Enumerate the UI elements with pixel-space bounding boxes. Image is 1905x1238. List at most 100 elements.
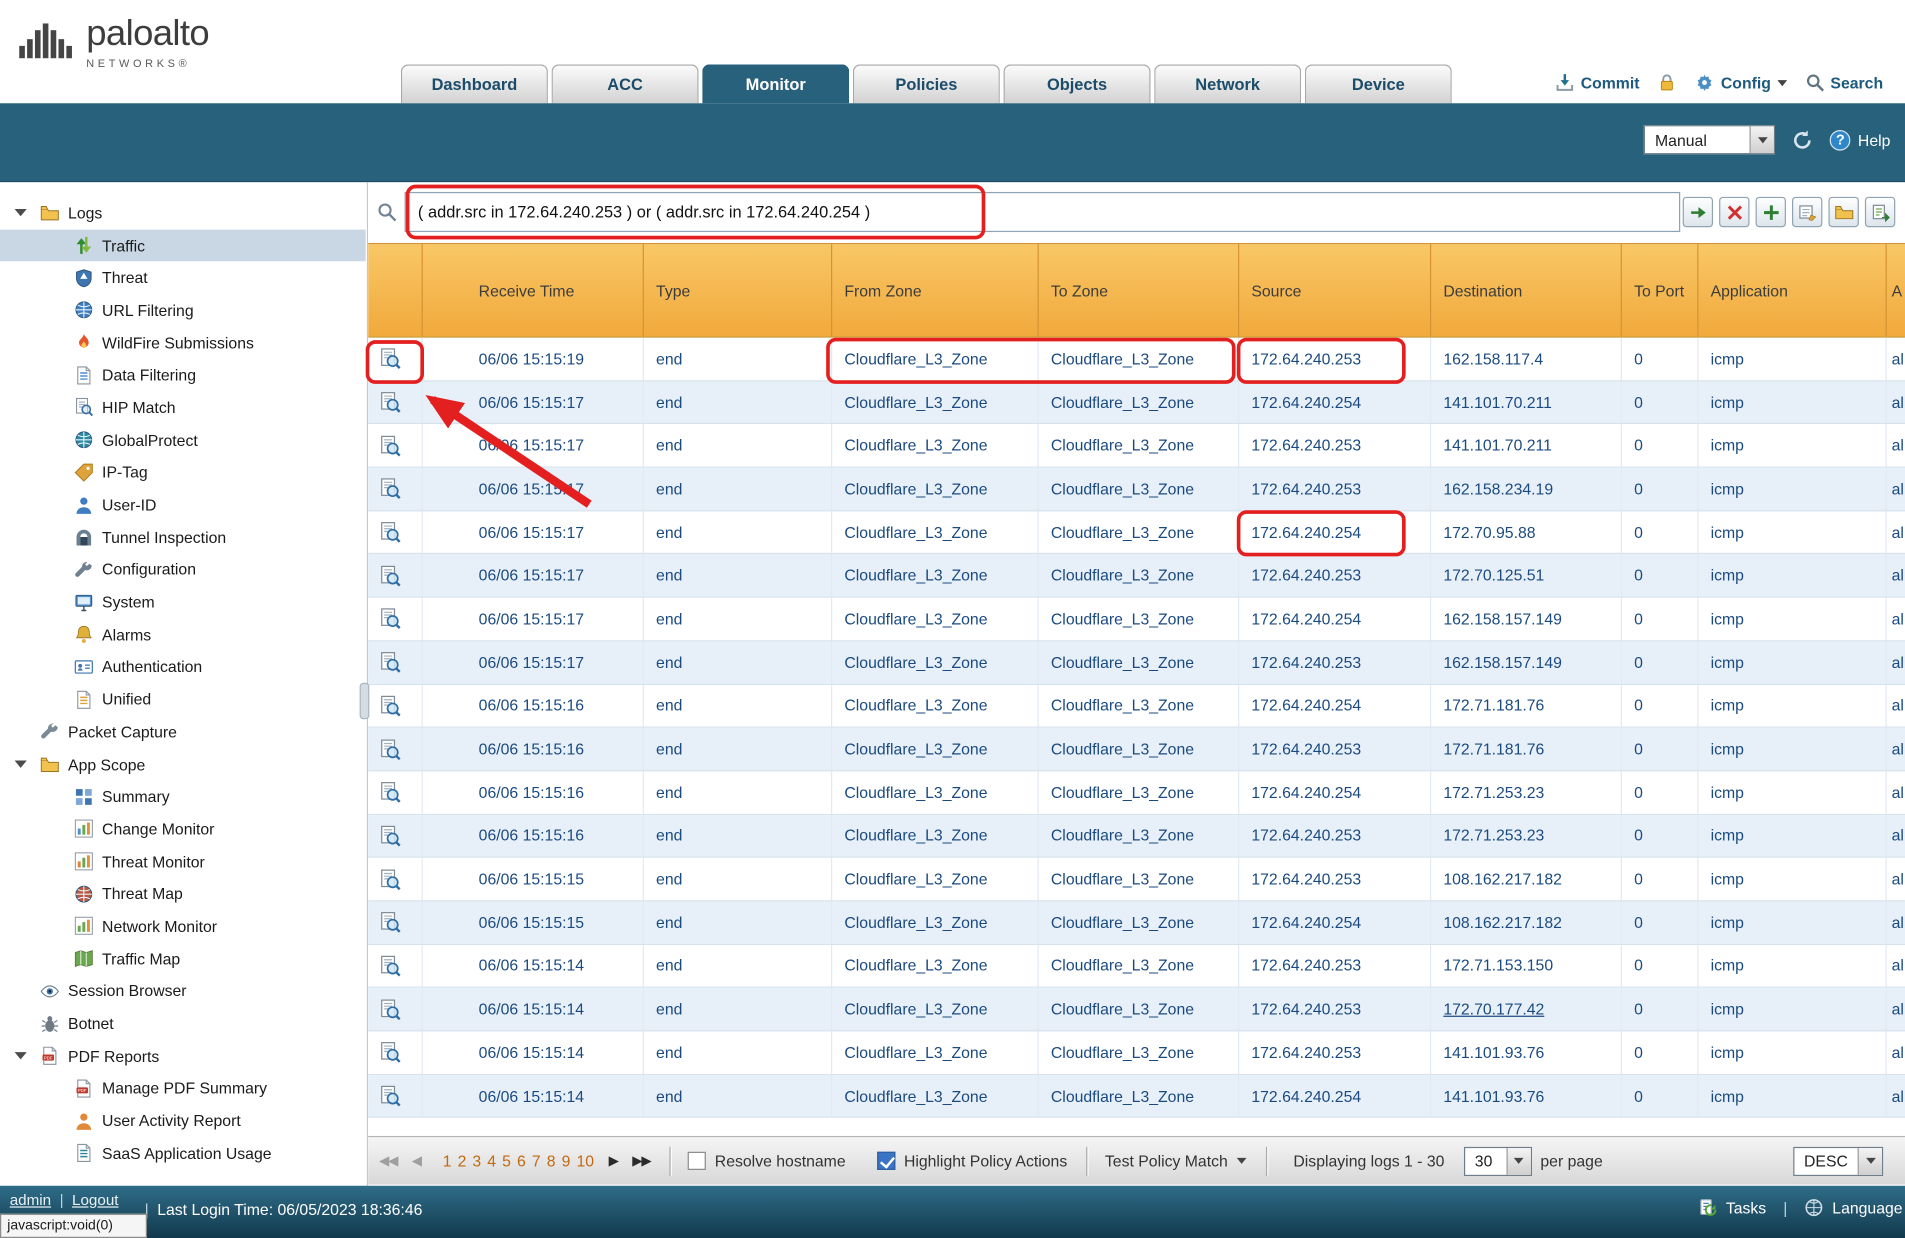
cell-destination[interactable]: 141.101.93.76: [1431, 1075, 1622, 1117]
cell-to_zone[interactable]: Cloudflare_L3_Zone: [1039, 338, 1239, 380]
cell-to_zone[interactable]: Cloudflare_L3_Zone: [1039, 381, 1239, 423]
cell-source[interactable]: 172.64.240.254: [1239, 511, 1431, 553]
log-detail-icon[interactable]: [379, 738, 401, 760]
cell-destination[interactable]: 141.101.93.76: [1431, 1031, 1622, 1073]
chevron-down-icon[interactable]: [1750, 126, 1774, 153]
cell-from_zone[interactable]: Cloudflare_L3_Zone: [832, 815, 1039, 857]
cell-to_zone[interactable]: Cloudflare_L3_Zone: [1039, 771, 1239, 813]
cell-application[interactable]: icmp: [1698, 815, 1886, 857]
log-row[interactable]: 06/06 15:15:14endCloudflare_L3_ZoneCloud…: [368, 988, 1905, 1031]
log-detail-icon[interactable]: [379, 1085, 401, 1107]
tab-dashboard[interactable]: Dashboard: [401, 64, 548, 103]
log-row[interactable]: 06/06 15:15:16endCloudflare_L3_ZoneCloud…: [368, 728, 1905, 771]
log-row[interactable]: 06/06 15:15:16endCloudflare_L3_ZoneCloud…: [368, 815, 1905, 858]
column-header-7[interactable]: To Port: [1622, 244, 1699, 336]
cell-destination[interactable]: 172.70.177.42: [1431, 988, 1622, 1030]
log-detail-icon[interactable]: [379, 955, 401, 977]
column-header-1[interactable]: Receive Time: [423, 244, 644, 336]
sidebar-item-threat-map[interactable]: Threat Map: [0, 878, 366, 910]
config-menu-button[interactable]: Config: [1695, 73, 1786, 92]
cell-application[interactable]: icmp: [1698, 1075, 1886, 1117]
sidebar-item-system[interactable]: System: [0, 586, 366, 618]
cell-application[interactable]: icmp: [1698, 641, 1886, 683]
tab-acc[interactable]: ACC: [552, 64, 699, 103]
sidebar-item-botnet[interactable]: Botnet: [0, 1007, 366, 1039]
cell-source[interactable]: 172.64.240.254: [1239, 771, 1431, 813]
sidebar-item-tunnel-inspection[interactable]: Tunnel Inspection: [0, 521, 366, 553]
cell-source[interactable]: 172.64.240.253: [1239, 468, 1431, 510]
cell-from_zone[interactable]: Cloudflare_L3_Zone: [832, 945, 1039, 987]
log-detail-icon[interactable]: [379, 998, 401, 1020]
cell-destination[interactable]: 108.162.217.182: [1431, 901, 1622, 943]
sidebar-item-change-monitor[interactable]: Change Monitor: [0, 813, 366, 845]
cell-from_zone[interactable]: Cloudflare_L3_Zone: [832, 685, 1039, 727]
cell-destination[interactable]: 162.158.117.4: [1431, 338, 1622, 380]
add-filter-button[interactable]: [1756, 197, 1786, 227]
cell-to_zone[interactable]: Cloudflare_L3_Zone: [1039, 1075, 1239, 1117]
page-link-6[interactable]: 6: [517, 1152, 526, 1170]
log-detail-icon[interactable]: [379, 435, 401, 457]
cell-to_zone[interactable]: Cloudflare_L3_Zone: [1039, 511, 1239, 553]
cell-application[interactable]: icmp: [1698, 511, 1886, 553]
cell-from_zone[interactable]: Cloudflare_L3_Zone: [832, 858, 1039, 900]
chevron-down-icon[interactable]: [1858, 1147, 1882, 1174]
cell-to_zone[interactable]: Cloudflare_L3_Zone: [1039, 598, 1239, 640]
sidebar-item-packet-capture[interactable]: Packet Capture: [0, 716, 366, 748]
column-header-4[interactable]: To Zone: [1039, 244, 1239, 336]
sidebar-collapse-handle[interactable]: [360, 683, 370, 719]
column-header-8[interactable]: Application: [1698, 244, 1886, 336]
log-row[interactable]: 06/06 15:15:17endCloudflare_L3_ZoneCloud…: [368, 641, 1905, 684]
cell-source[interactable]: 172.64.240.254: [1239, 1075, 1431, 1117]
resolve-hostname-checkbox[interactable]: [688, 1152, 706, 1170]
cell-application[interactable]: icmp: [1698, 901, 1886, 943]
cell-source[interactable]: 172.64.240.254: [1239, 598, 1431, 640]
cell-from_zone[interactable]: Cloudflare_L3_Zone: [832, 555, 1039, 597]
cell-from_zone[interactable]: Cloudflare_L3_Zone: [832, 728, 1039, 770]
page-size-select[interactable]: 30: [1464, 1146, 1532, 1175]
lock-icon[interactable]: [1658, 73, 1677, 92]
sidebar-item-hip-match[interactable]: HIP Match: [0, 391, 366, 423]
page-link-4[interactable]: 4: [487, 1152, 496, 1170]
cell-source[interactable]: 172.64.240.253: [1239, 555, 1431, 597]
cell-source[interactable]: 172.64.240.254: [1239, 381, 1431, 423]
sidebar-item-app-scope[interactable]: App Scope: [0, 748, 366, 780]
log-row[interactable]: 06/06 15:15:14endCloudflare_L3_ZoneCloud…: [368, 1031, 1905, 1074]
cell-destination[interactable]: 172.71.181.76: [1431, 728, 1622, 770]
page-link-2[interactable]: 2: [458, 1152, 467, 1170]
edit-filter-button[interactable]: [1792, 197, 1822, 227]
page-link-5[interactable]: 5: [502, 1152, 511, 1170]
log-row[interactable]: 06/06 15:15:16endCloudflare_L3_ZoneCloud…: [368, 685, 1905, 728]
column-header-6[interactable]: Destination: [1431, 244, 1622, 336]
tasks-button[interactable]: Tasks: [1726, 1199, 1766, 1217]
cell-to_zone[interactable]: Cloudflare_L3_Zone: [1039, 901, 1239, 943]
cell-to_zone[interactable]: Cloudflare_L3_Zone: [1039, 555, 1239, 597]
log-detail-icon[interactable]: [379, 651, 401, 673]
cell-from_zone[interactable]: Cloudflare_L3_Zone: [832, 1031, 1039, 1073]
cell-source[interactable]: 172.64.240.253: [1239, 728, 1431, 770]
clear-filter-button[interactable]: [1719, 197, 1749, 227]
cell-destination[interactable]: 172.71.181.76: [1431, 685, 1622, 727]
sidebar-item-threat-monitor[interactable]: Threat Monitor: [0, 845, 366, 877]
log-detail-icon[interactable]: [379, 608, 401, 630]
commit-button[interactable]: Commit: [1555, 73, 1639, 92]
sidebar-item-alarms[interactable]: Alarms: [0, 618, 366, 650]
log-detail-icon[interactable]: [379, 521, 401, 543]
sidebar-item-unified[interactable]: Unified: [0, 683, 366, 715]
cell-source[interactable]: 172.64.240.253: [1239, 945, 1431, 987]
cell-application[interactable]: icmp: [1698, 858, 1886, 900]
log-row[interactable]: 06/06 15:15:14endCloudflare_L3_ZoneCloud…: [368, 1075, 1905, 1118]
sidebar-item-session-browser[interactable]: Session Browser: [0, 975, 366, 1007]
refresh-mode-select[interactable]: Manual: [1644, 125, 1775, 154]
log-row[interactable]: 06/06 15:15:17endCloudflare_L3_ZoneCloud…: [368, 598, 1905, 641]
sidebar-item-wildfire-submissions[interactable]: WildFire Submissions: [0, 327, 366, 359]
cell-to_zone[interactable]: Cloudflare_L3_Zone: [1039, 424, 1239, 466]
page-link-8[interactable]: 8: [547, 1152, 556, 1170]
log-detail-icon[interactable]: [379, 912, 401, 934]
log-detail-icon[interactable]: [379, 1042, 401, 1064]
cell-destination[interactable]: 172.71.153.150: [1431, 945, 1622, 987]
next-page-button[interactable]: ▶: [609, 1153, 618, 1169]
language-button[interactable]: Language: [1832, 1199, 1902, 1217]
log-detail-icon[interactable]: [379, 825, 401, 847]
log-row[interactable]: 06/06 15:15:17endCloudflare_L3_ZoneCloud…: [368, 468, 1905, 511]
cell-to_zone[interactable]: Cloudflare_L3_Zone: [1039, 468, 1239, 510]
